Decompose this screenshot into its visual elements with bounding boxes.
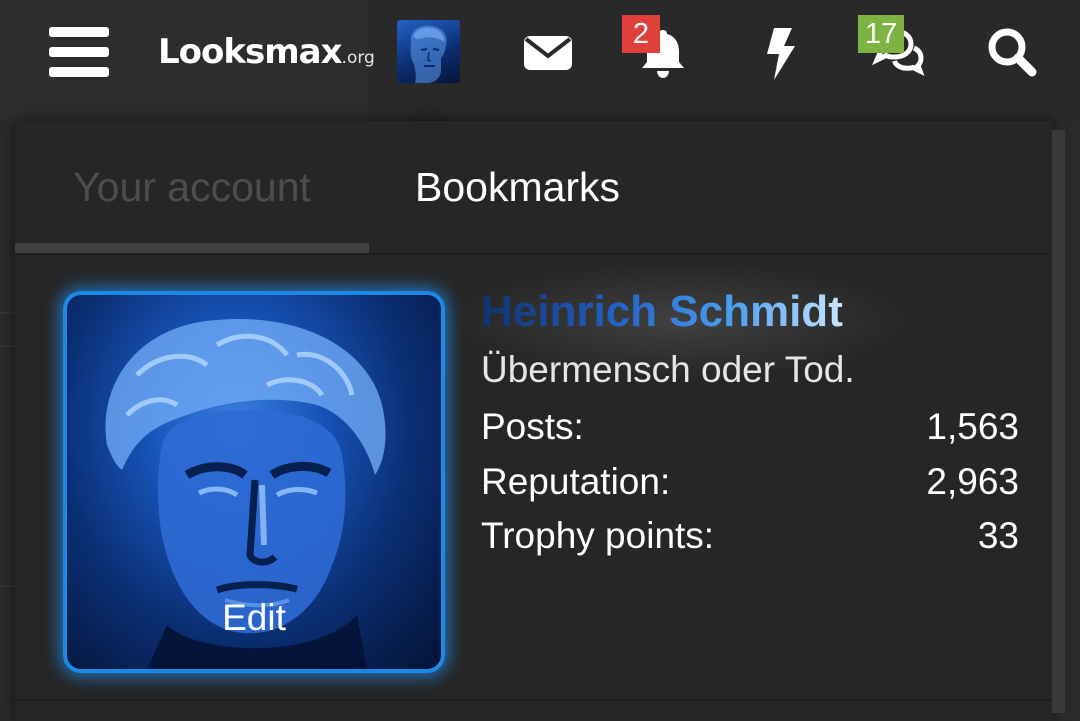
logo-suffix: .org — [341, 48, 375, 68]
scrollbar[interactable] — [1052, 130, 1065, 713]
alerts-count-badge: 2 — [622, 15, 660, 53]
stat-row-posts: Posts: 1,563 — [481, 406, 1019, 456]
stat-value: 1,563 — [926, 406, 1019, 447]
stat-label: Trophy points: — [481, 515, 715, 556]
nav-active-region — [368, 0, 1080, 121]
stat-label: Reputation: — [481, 461, 671, 502]
bolt-icon[interactable] — [750, 22, 810, 82]
stat-label: Posts: — [481, 406, 584, 447]
tab-bookmarks[interactable]: Bookmarks — [415, 121, 641, 254]
dropdown-caret — [408, 101, 452, 121]
stat-row-reputation: Reputation: 2,963 — [481, 461, 1019, 511]
stat-row-trophy-points: Trophy points: 33 — [481, 515, 1019, 565]
background-divider — [0, 585, 15, 587]
account-dropdown-menu: Your account Bookmarks Edit Heinrich Sch… — [15, 121, 1052, 721]
top-navigation-bar: Looksmax.org 2 17 — [0, 0, 1080, 121]
search-icon[interactable] — [982, 22, 1042, 82]
background-divider — [0, 345, 15, 347]
tab-your-account[interactable]: Your account — [15, 121, 369, 254]
tabs-divider — [15, 253, 1052, 255]
menu-divider — [15, 699, 1052, 701]
account-avatar-button[interactable] — [397, 20, 460, 83]
logo-text: Looksmax — [158, 32, 343, 72]
profile-avatar[interactable]: Edit — [63, 291, 445, 673]
stat-value: 2,963 — [926, 461, 1019, 502]
statue-thumbnail-icon — [410, 25, 447, 83]
avatar-edit-link[interactable]: Edit — [67, 597, 441, 639]
site-logo[interactable]: Looksmax.org — [158, 30, 375, 74]
user-title: Übermensch oder Tod. — [481, 349, 855, 390]
username-link[interactable]: Heinrich Schmidt — [481, 287, 843, 337]
tab-underline — [15, 243, 369, 253]
envelope-icon[interactable] — [518, 22, 578, 82]
conversations-count-badge: 17 — [858, 15, 904, 53]
stat-value: 33 — [977, 515, 1019, 556]
menu-icon[interactable] — [49, 27, 109, 77]
background-divider — [0, 312, 15, 314]
